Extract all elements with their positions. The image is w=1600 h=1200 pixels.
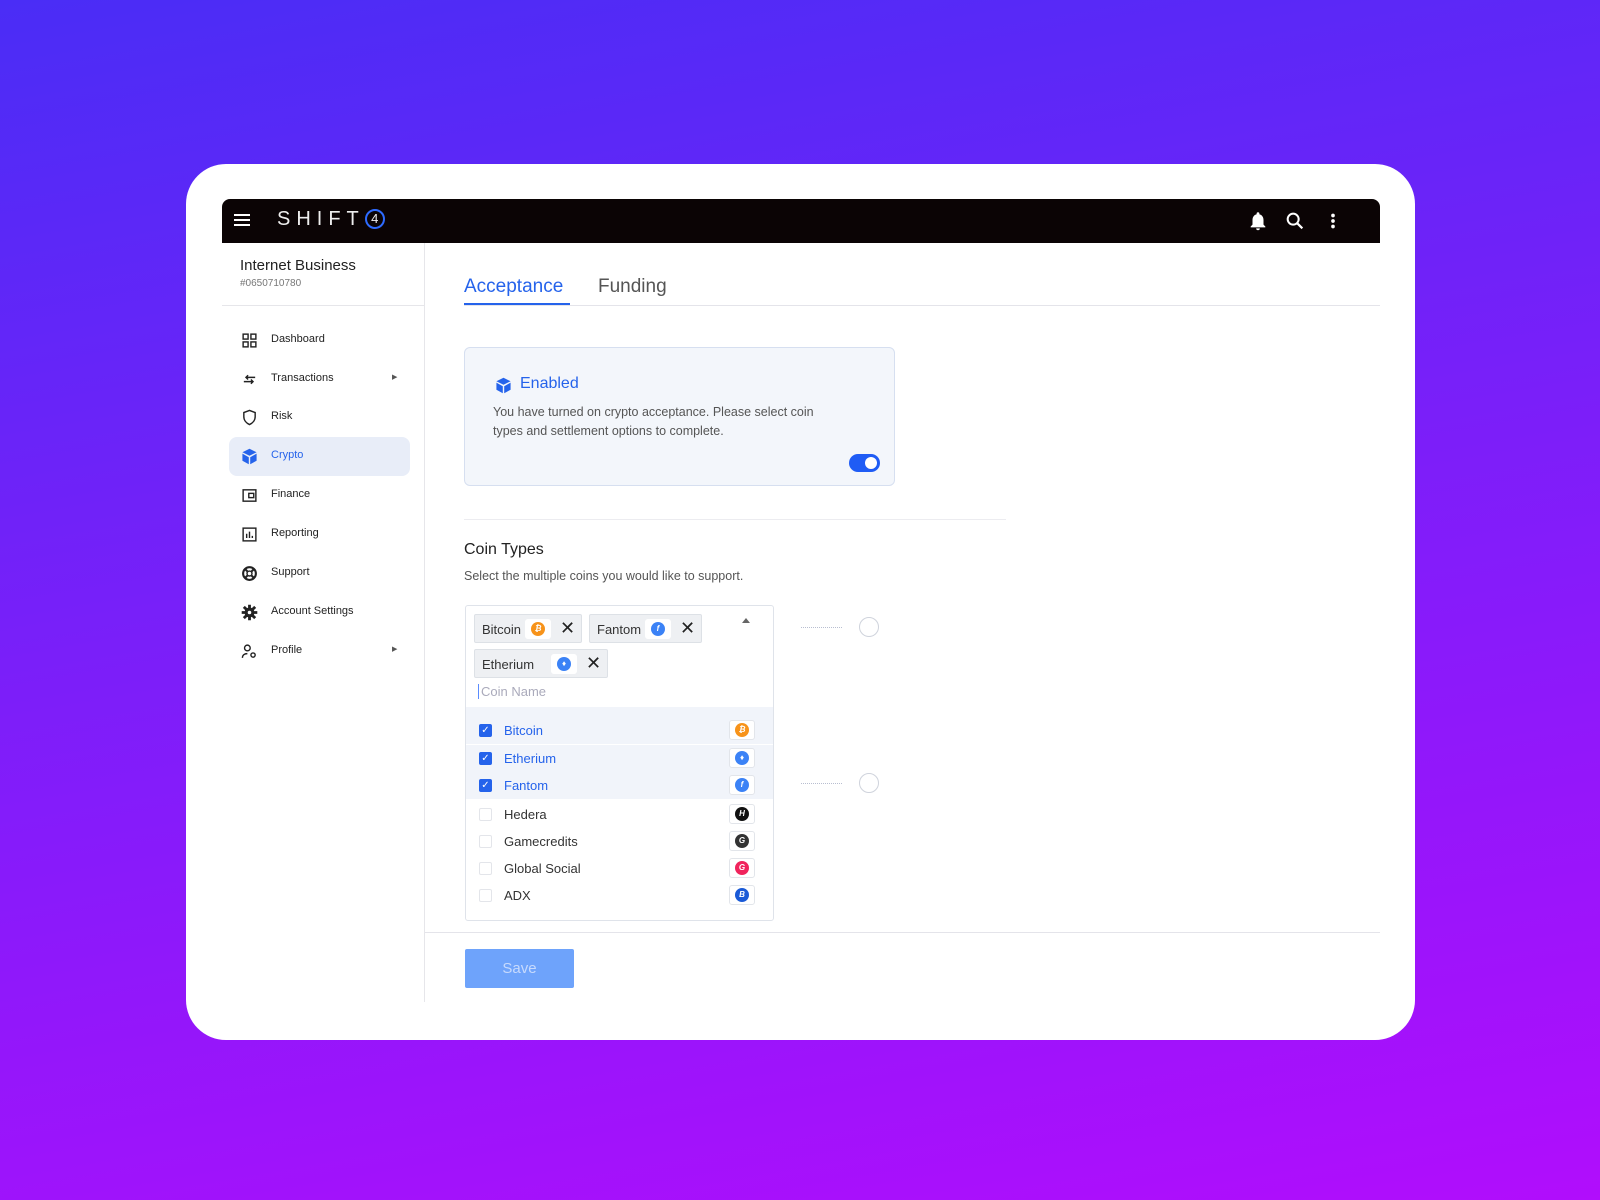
coin-multiselect: Bitcoin₿✕Fantomf✕Etherium♦✕ ✓Bitcoin₿✓Et… bbox=[465, 605, 774, 921]
sidebar-item-label: Transactions bbox=[271, 372, 334, 384]
checkbox[interactable]: ✓ bbox=[479, 751, 492, 765]
sidebar-item-profile[interactable]: Profile ▶ bbox=[229, 632, 410, 671]
sidebar-item-finance[interactable]: Finance bbox=[229, 476, 410, 515]
tabs-divider bbox=[464, 305, 1380, 306]
chip-label: Etherium bbox=[482, 657, 535, 672]
sidebar-item-transactions[interactable]: Transactions ▶ bbox=[229, 360, 410, 399]
coin-option-label: Etherium bbox=[504, 750, 557, 766]
chip-label: Fantom bbox=[597, 622, 642, 637]
coin-option-label: Global Social bbox=[504, 861, 581, 876]
sidebar-item-label: Support bbox=[271, 566, 310, 578]
connector-line bbox=[801, 627, 842, 628]
bell-icon[interactable] bbox=[1247, 209, 1269, 233]
coin-option-label: Fantom bbox=[504, 778, 549, 793]
sidebar-item-label: Profile bbox=[271, 644, 303, 656]
checkbox[interactable] bbox=[479, 889, 492, 902]
adx-coin-icon: B bbox=[729, 885, 755, 905]
chip-label: Bitcoin bbox=[482, 622, 522, 637]
search-icon[interactable] bbox=[1284, 209, 1306, 233]
divider bbox=[222, 305, 425, 306]
coin-option-fantom[interactable]: ✓ Fantom f bbox=[466, 772, 773, 799]
hedera-coin-icon: H bbox=[729, 804, 755, 824]
coin-option-bitcoin[interactable]: ✓ Bitcoin ₿ bbox=[466, 707, 773, 744]
sidebar-item-risk[interactable]: Risk bbox=[229, 398, 410, 437]
hamburger-menu-icon[interactable] bbox=[234, 211, 250, 231]
bitcoin-coin-icon: ₿ bbox=[525, 619, 551, 639]
checkbox[interactable]: ✓ bbox=[479, 779, 492, 792]
connector-line bbox=[801, 783, 842, 784]
lifebuoy-icon bbox=[242, 566, 257, 581]
coin-option-etherium[interactable]: ✓ Etherium ♦ bbox=[466, 744, 773, 772]
gear-icon bbox=[241, 604, 258, 621]
bar-chart-icon bbox=[242, 527, 257, 542]
sidebar-item-account-settings[interactable]: Account Settings bbox=[229, 593, 410, 632]
gamecredits-coin-icon: G bbox=[729, 831, 755, 851]
etherium-coin-icon: ♦ bbox=[729, 747, 755, 768]
arrows-icon bbox=[243, 374, 256, 385]
sidebar-item-dashboard[interactable]: Dashboard bbox=[229, 321, 410, 360]
sidebar-item-label: Crypto bbox=[271, 449, 304, 461]
global-social-coin-icon: G bbox=[729, 858, 755, 878]
sidebar: Internet Business #0650710780 Dashboard T… bbox=[222, 243, 425, 1002]
chevron-right-icon: ▶ bbox=[392, 646, 398, 653]
footer-divider bbox=[425, 932, 1380, 933]
coin-option-hedera[interactable]: Hedera H bbox=[466, 801, 773, 828]
save-button[interactable]: Save bbox=[465, 949, 574, 988]
etherium-coin-icon: ♦ bbox=[551, 654, 577, 674]
account-name: Internet Business bbox=[240, 257, 356, 274]
remove-chip-icon[interactable]: ✕ bbox=[680, 618, 695, 639]
cube-icon bbox=[242, 448, 257, 465]
crypto-status-card: Enabled You have turned on crypto accept… bbox=[464, 347, 895, 486]
remove-chip-icon[interactable]: ✕ bbox=[560, 618, 575, 639]
collapse-caret-icon[interactable] bbox=[742, 618, 750, 623]
selected-coin-chip: Fantom f ✕ bbox=[589, 614, 702, 643]
coin-option-gamecredits[interactable]: Gamecredits G bbox=[466, 828, 773, 855]
sidebar-item-label: Reporting bbox=[271, 527, 319, 539]
coin-option-adx[interactable]: ADX B bbox=[466, 882, 773, 909]
shield-icon bbox=[243, 409, 256, 426]
bitcoin-coin-icon: ₿ bbox=[729, 720, 755, 740]
sidebar-item-label: Risk bbox=[271, 410, 293, 422]
checkbox[interactable] bbox=[479, 835, 492, 848]
more-vertical-icon[interactable] bbox=[1322, 209, 1344, 233]
checkbox[interactable] bbox=[479, 862, 492, 875]
grid-icon bbox=[242, 333, 257, 348]
fantom-coin-icon: f bbox=[729, 775, 755, 795]
wallet-icon bbox=[242, 489, 257, 502]
tab-funding[interactable]: Funding bbox=[598, 276, 667, 298]
user-gear-icon bbox=[241, 644, 256, 658]
sidebar-item-label: Finance bbox=[271, 488, 311, 500]
sidebar-item-support[interactable]: Support bbox=[229, 554, 410, 593]
selected-coin-chip: Bitcoin ₿ ✕ bbox=[474, 614, 582, 643]
account-id: #0650710780 bbox=[240, 278, 302, 289]
sidebar-item-label: Dashboard bbox=[271, 333, 325, 345]
status-title: Enabled bbox=[520, 375, 579, 392]
shift4-logo: SHIFT 4 bbox=[277, 208, 385, 231]
settlement-radio[interactable] bbox=[859, 773, 879, 793]
coin-types-subtitle: Select the multiple coins you would like… bbox=[464, 569, 744, 583]
cube-icon bbox=[496, 377, 511, 394]
coin-option-label: Gamecredits bbox=[504, 834, 578, 849]
status-text: You have turned on crypto acceptance. Pl… bbox=[493, 405, 814, 438]
checkbox[interactable] bbox=[479, 808, 492, 821]
settlement-radio[interactable] bbox=[859, 617, 879, 637]
divider bbox=[464, 519, 1006, 520]
coin-option-label: ADX bbox=[504, 888, 531, 903]
fantom-coin-icon: f bbox=[645, 619, 671, 639]
sidebar-item-crypto[interactable]: Crypto bbox=[229, 437, 410, 476]
top-bar: SHIFT 4 bbox=[222, 199, 1380, 243]
checkbox[interactable]: ✓ bbox=[479, 724, 492, 737]
coin-option-global-social[interactable]: Global Social G bbox=[466, 855, 773, 882]
remove-chip-icon[interactable]: ✕ bbox=[586, 653, 601, 674]
coin-option-label: Hedera bbox=[504, 807, 547, 822]
selected-coin-chip: Etherium ♦ ✕ bbox=[474, 649, 608, 678]
coin-types-title: Coin Types bbox=[464, 541, 544, 558]
sidebar-item-reporting[interactable]: Reporting bbox=[229, 515, 410, 554]
crypto-acceptance-toggle[interactable] bbox=[849, 454, 880, 472]
chevron-right-icon: ▶ bbox=[392, 374, 398, 381]
coin-option-label: Bitcoin bbox=[504, 723, 544, 738]
sidebar-item-label: Account Settings bbox=[271, 605, 354, 617]
tab-acceptance[interactable]: Acceptance bbox=[464, 276, 563, 298]
coin-search-input[interactable] bbox=[478, 684, 758, 699]
